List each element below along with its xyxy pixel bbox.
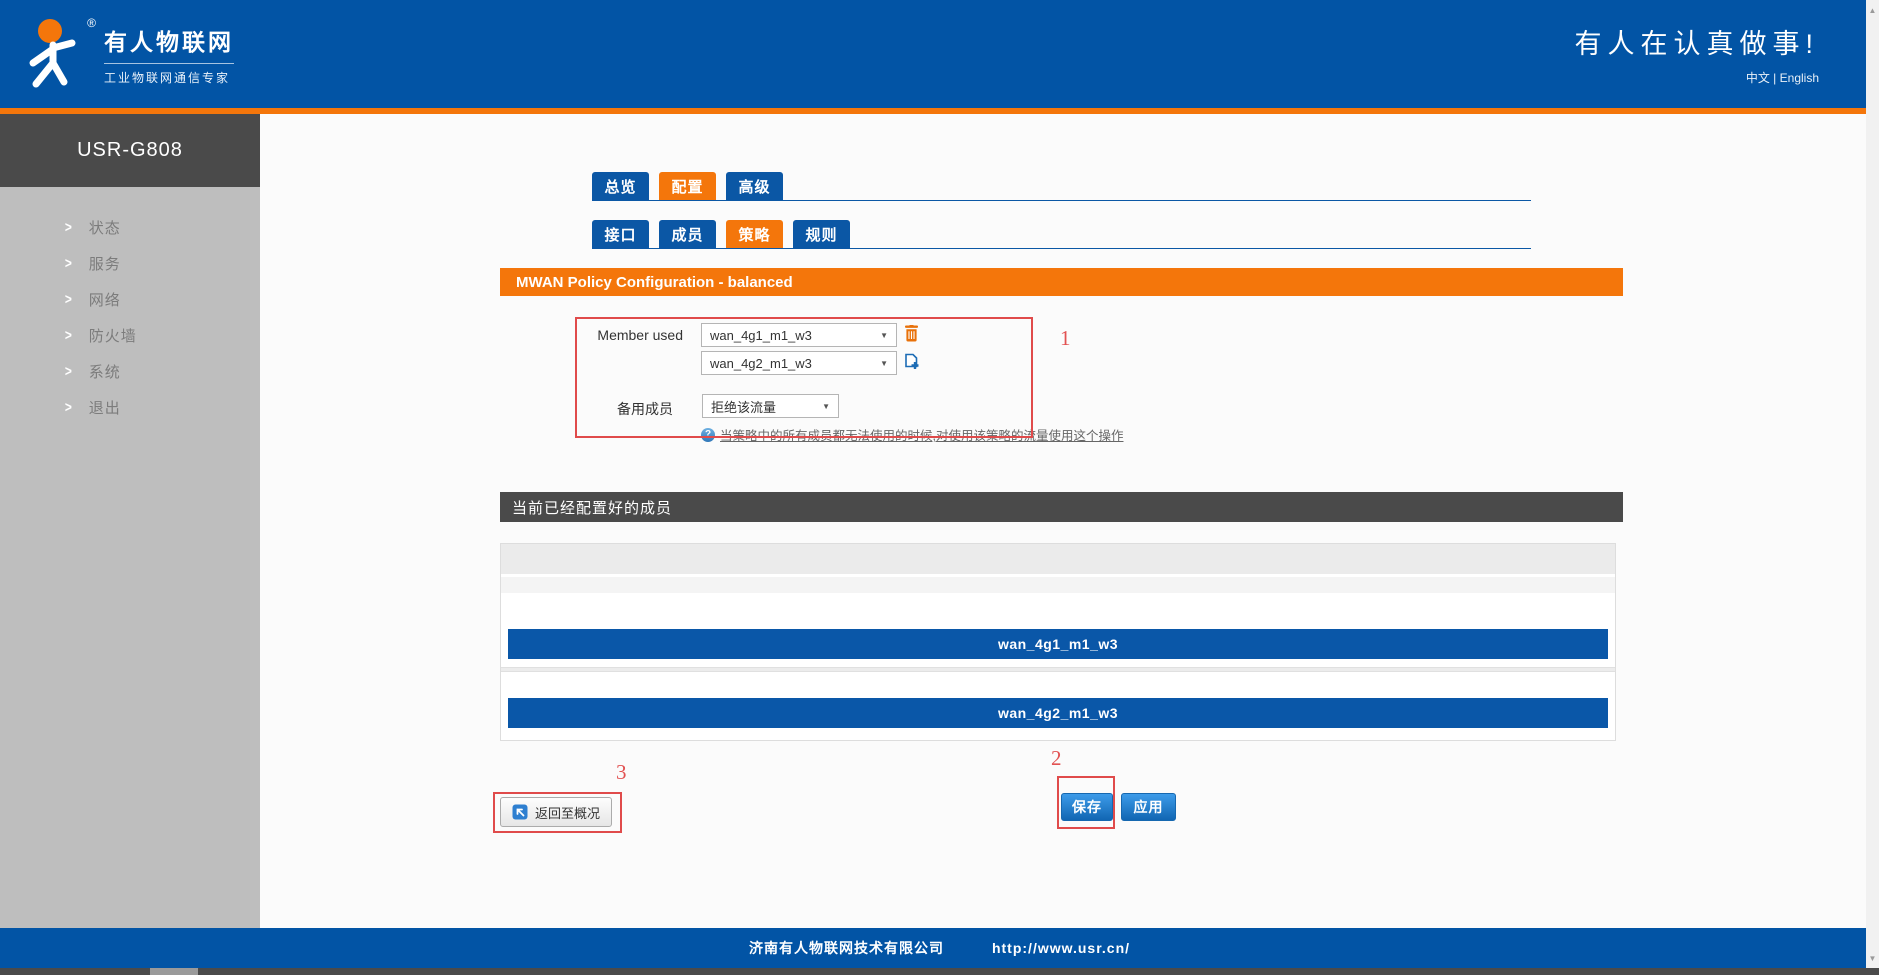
- back-to-overview-icon: [512, 804, 528, 820]
- usr-logo: ®: [20, 14, 94, 94]
- scroll-up-icon[interactable]: ▲: [1866, 3, 1879, 17]
- primary-tab-bar: 总览 配置 高级: [592, 172, 1531, 201]
- members-table-subheader-row: [501, 577, 1615, 593]
- member-select-2[interactable]: wan_4g2_m1_w3 ▼: [701, 351, 897, 375]
- horizontal-scrollbar[interactable]: [0, 968, 1879, 975]
- tab-rule[interactable]: 规则: [793, 220, 850, 248]
- sidebar-item-logout[interactable]: > 退出: [0, 389, 260, 425]
- dropdown-arrow-icon: ▼: [880, 359, 888, 368]
- sidebar-item-label: 服务: [89, 253, 121, 274]
- dropdown-arrow-icon: ▼: [880, 331, 888, 340]
- fallback-select-value: 拒绝该流量: [711, 397, 776, 416]
- fallback-help-text: 当策略中的所有成员都无法使用的时候,对使用该策略的流量使用这个操作: [720, 425, 1123, 444]
- fallback-select[interactable]: 拒绝该流量 ▼: [702, 394, 839, 418]
- member-select-1[interactable]: wan_4g1_m1_w3 ▼: [701, 323, 897, 347]
- sidebar-item-label: 系统: [89, 361, 121, 382]
- lang-en-link[interactable]: English: [1780, 71, 1819, 85]
- top-header: ® 有人物联网 工业物联网通信专家 有人在认真做事! 中文 | English: [0, 0, 1879, 108]
- apply-button[interactable]: 应用: [1121, 793, 1176, 821]
- member-select-2-value: wan_4g2_m1_w3: [710, 356, 812, 371]
- registered-mark: ®: [87, 16, 96, 30]
- fallback-help-row: ? 当策略中的所有成员都无法使用的时候,对使用该策略的流量使用这个操作: [701, 425, 1123, 444]
- sidebar-item-services[interactable]: > 服务: [0, 245, 260, 281]
- annotation-number-1: 1: [1060, 326, 1071, 351]
- dropdown-arrow-icon: ▼: [822, 402, 830, 411]
- members-table-header-row: [501, 544, 1615, 577]
- sidebar-menu: > 状态 > 服务 > 网络 > 防火墙 > 系统 > 退出: [0, 187, 260, 425]
- tab-advanced[interactable]: 高级: [726, 172, 783, 200]
- footer-company: 济南有人物联网技术有限公司: [749, 938, 944, 958]
- lang-separator: |: [1773, 71, 1776, 85]
- members-table-spacer: [501, 659, 1615, 667]
- members-table-spacer: [501, 672, 1615, 698]
- sidebar-item-label: 状态: [89, 217, 121, 238]
- tab-configuration[interactable]: 配置: [659, 172, 716, 200]
- member-used-label: Member used: [581, 327, 683, 343]
- footer-url-link[interactable]: http://www.usr.cn/: [992, 940, 1130, 956]
- sidebar: USR-G808 > 状态 > 服务 > 网络 > 防火墙 > 系统: [0, 114, 260, 928]
- tab-member[interactable]: 成员: [659, 220, 716, 248]
- device-name: USR-G808: [0, 114, 260, 187]
- scroll-down-icon[interactable]: ▼: [1866, 951, 1879, 965]
- chevron-right-icon: >: [65, 363, 72, 380]
- members-table-spacer: [501, 593, 1615, 629]
- lang-zh-link[interactable]: 中文: [1746, 71, 1770, 85]
- footer: 济南有人物联网技术有限公司 http://www.usr.cn/: [0, 928, 1879, 968]
- members-table-spacer: [501, 728, 1615, 740]
- usr-person-icon: [20, 14, 94, 94]
- add-member-button[interactable]: [904, 353, 922, 371]
- sidebar-item-firewall[interactable]: > 防火墙: [0, 317, 260, 353]
- sidebar-item-label: 网络: [89, 289, 121, 310]
- secondary-tab-bar: 接口 成员 策略 规则: [592, 220, 1531, 249]
- sidebar-item-system[interactable]: > 系统: [0, 353, 260, 389]
- sidebar-item-network[interactable]: > 网络: [0, 281, 260, 317]
- member-select-1-value: wan_4g1_m1_w3: [710, 328, 812, 343]
- sidebar-item-status[interactable]: > 状态: [0, 209, 260, 245]
- back-button-label: 返回至概况: [535, 803, 600, 822]
- save-button[interactable]: 保存: [1061, 793, 1113, 821]
- horizontal-scrollbar-thumb[interactable]: [150, 968, 198, 975]
- header-right: 有人在认真做事! 中文 | English: [1574, 22, 1819, 86]
- chevron-right-icon: >: [65, 327, 72, 344]
- brand-block: ® 有人物联网 工业物联网通信专家: [20, 14, 234, 94]
- member-row-wan4g1[interactable]: wan_4g1_m1_w3: [508, 629, 1608, 659]
- members-section-title: 当前已经配置好的成员: [500, 492, 1623, 522]
- brand-title: 有人物联网: [104, 23, 234, 57]
- chevron-right-icon: >: [65, 291, 72, 308]
- sidebar-item-label: 防火墙: [89, 325, 137, 346]
- sidebar-item-label: 退出: [89, 397, 121, 418]
- add-page-icon: [904, 353, 920, 370]
- annotation-number-2: 2: [1051, 746, 1062, 771]
- member-row-wan4g2[interactable]: wan_4g2_m1_w3: [508, 698, 1608, 728]
- tab-overview[interactable]: 总览: [592, 172, 649, 200]
- delete-member-button[interactable]: [904, 325, 922, 343]
- help-icon: ?: [701, 428, 715, 442]
- trash-icon: [904, 325, 919, 342]
- main-content: 总览 配置 高级 接口 成员 策略 规则 MWAN Policy Configu…: [260, 114, 1879, 928]
- policy-section-title: MWAN Policy Configuration - balanced: [500, 268, 1623, 296]
- header-slogan: 有人在认真做事!: [1574, 22, 1819, 61]
- brand-subtitle: 工业物联网通信专家: [104, 63, 234, 86]
- chevron-right-icon: >: [65, 399, 72, 416]
- annotation-number-3: 3: [616, 760, 627, 785]
- brand-text: 有人物联网 工业物联网通信专家: [104, 23, 234, 86]
- language-switcher: 中文 | English: [1574, 69, 1819, 86]
- chevron-right-icon: >: [65, 255, 72, 272]
- back-to-overview-button[interactable]: 返回至概况: [500, 797, 612, 827]
- tab-interface[interactable]: 接口: [592, 220, 649, 248]
- members-table: wan_4g1_m1_w3 wan_4g2_m1_w3: [500, 543, 1616, 741]
- chevron-right-icon: >: [65, 219, 72, 236]
- tab-policy[interactable]: 策略: [726, 220, 783, 248]
- fallback-member-label: 备用成员: [601, 399, 673, 419]
- page-body: USR-G808 > 状态 > 服务 > 网络 > 防火墙 > 系统: [0, 114, 1879, 928]
- vertical-scrollbar[interactable]: ▲ ▼: [1866, 0, 1879, 968]
